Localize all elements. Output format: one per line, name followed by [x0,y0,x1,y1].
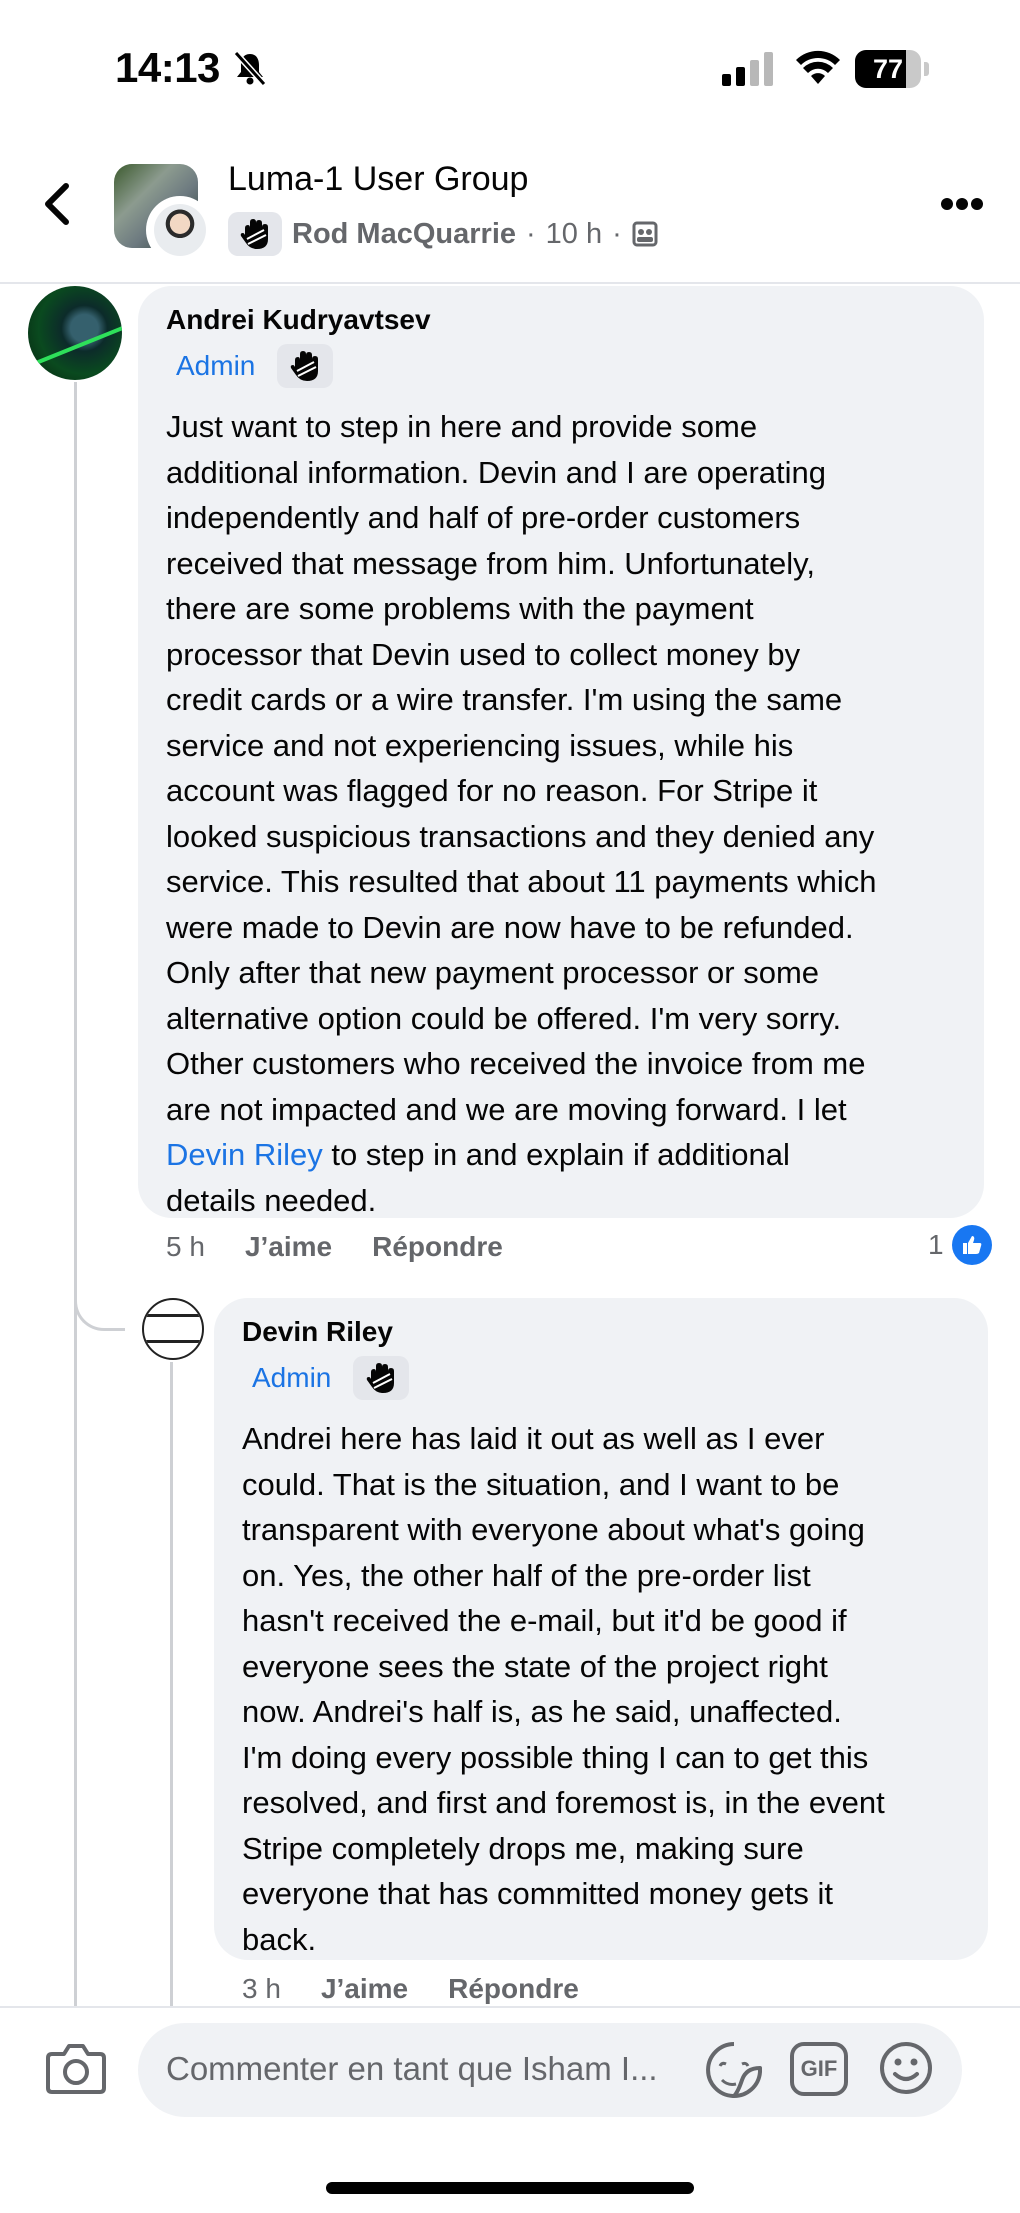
emoji-icon[interactable] [878,2040,934,2096]
status-time: 14:13 [115,44,220,91]
wifi-icon [796,50,840,84]
thread-line [74,382,77,2007]
admin-badge: Admin [176,350,256,381]
admin-badge: Admin [252,1362,332,1393]
like-button[interactable]: J’aime [321,1973,408,2005]
comment-time[interactable]: 5 h [166,1231,205,1263]
group-privacy-icon [632,221,658,247]
poster-name[interactable]: Rod MacQuarrie [292,218,516,251]
thumbs-up-icon [951,1225,992,1265]
comment-bubble: Devin Riley Admin Andrei here has laid i… [214,1298,988,1960]
gif-icon[interactable]: GIF [790,2042,848,2096]
comment-placeholder: Commenter en tant que Isham I... [166,2050,658,2087]
sticker-icon[interactable] [706,2040,762,2100]
group-name[interactable]: Luma-1 User Group [228,160,528,199]
wave-icon [353,1356,410,1400]
comment-meta: 3 h J’aime Répondre [242,1973,579,2005]
back-chevron-icon[interactable] [40,180,74,228]
reply-button[interactable]: Répondre [372,1231,503,1263]
home-indicator [326,2182,694,2194]
more-icon[interactable] [940,196,984,212]
separator: · [526,217,536,250]
comment-bubble: Andrei Kudryavtsev Admin Just want to st… [138,286,984,1218]
wave-icon [277,344,334,388]
reply-thread-line [170,1362,173,2007]
avatar[interactable] [28,286,122,380]
battery-icon: 77 [855,50,929,88]
like-button[interactable]: J’aime [245,1231,332,1263]
wave-icon [228,212,282,256]
mention-link[interactable]: Devin Riley [166,1137,323,1172]
comment-meta: 5 h J’aime Répondre [166,1231,503,1263]
comment-time[interactable]: 3 h [242,1973,281,2005]
avatar[interactable] [142,1298,204,1360]
signal-icon [722,52,773,86]
comment-author[interactable]: Devin Riley [242,1316,982,1348]
like-count: 1 [928,1229,944,1260]
comment-text: Just want to step in here and provide so… [166,409,877,1218]
post-time[interactable]: 10 h [546,218,602,251]
post-subline: Rod MacQuarrie · 10 h · [228,212,658,256]
silent-bell-icon [233,50,267,86]
camera-icon[interactable] [46,2042,106,2094]
battery-percent: 77 [872,54,904,84]
separator-2: · [612,217,622,250]
poster-avatar[interactable] [150,200,210,260]
gif-label: GIF [800,2056,838,2081]
thread-connector [74,1270,125,1331]
header-divider [0,282,1020,284]
reaction-summary[interactable]: 1 [928,1225,992,1265]
reply-button[interactable]: Répondre [448,1973,579,2005]
comment-text: Andrei here has laid it out as well as I… [242,1421,885,1957]
comment-author[interactable]: Andrei Kudryavtsev [166,304,976,336]
